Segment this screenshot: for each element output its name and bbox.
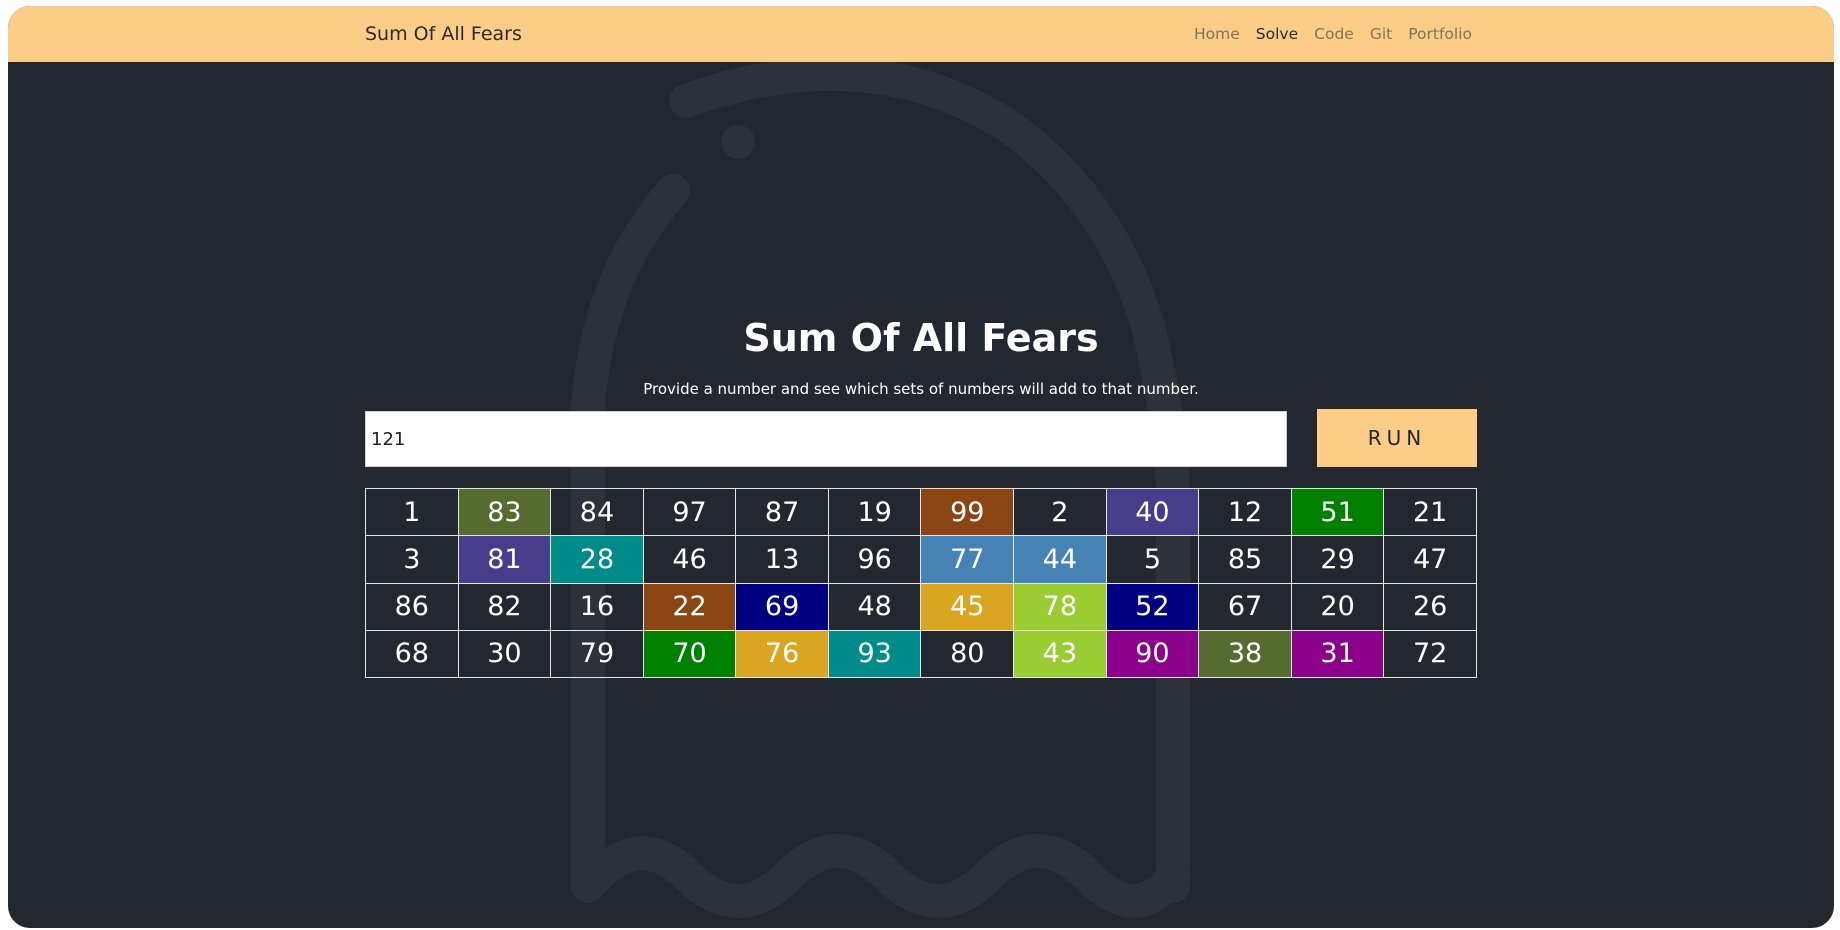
grid-cell[interactable]: 31: [1290, 629, 1385, 679]
number-input[interactable]: [365, 411, 1287, 467]
grid-cell[interactable]: 43: [1013, 629, 1107, 679]
grid-cell[interactable]: 77: [920, 535, 1015, 584]
grid-cell[interactable]: 16: [550, 582, 644, 631]
run-button[interactable]: RUN: [1317, 409, 1477, 467]
grid-cell[interactable]: 84: [550, 487, 644, 537]
grid-cell[interactable]: 68: [365, 629, 459, 679]
navbar: Sum Of All Fears Home Solve Code Git Por…: [8, 6, 1834, 62]
grid-cell[interactable]: 2: [1013, 487, 1107, 537]
grid-cell[interactable]: 86: [365, 582, 459, 631]
grid-cell[interactable]: 19: [827, 487, 922, 537]
grid-cell[interactable]: 48: [827, 582, 922, 631]
grid-cell[interactable]: 81: [457, 535, 552, 584]
grid-cell[interactable]: 76: [735, 629, 829, 679]
grid-cell[interactable]: 72: [1383, 629, 1477, 679]
grid-cell[interactable]: 45: [920, 582, 1015, 631]
nav-link-portfolio[interactable]: Portfolio: [1408, 25, 1472, 43]
grid-cell[interactable]: 82: [457, 582, 552, 631]
nav-link-solve[interactable]: Solve: [1256, 25, 1298, 43]
grid-cell[interactable]: 40: [1105, 487, 1200, 537]
page-subtitle: Provide a number and see which sets of n…: [643, 380, 1199, 398]
grid-cell[interactable]: 80: [920, 629, 1015, 679]
grid-cell[interactable]: 83: [457, 487, 552, 537]
grid-cell[interactable]: 67: [1198, 582, 1292, 631]
grid-cell[interactable]: 99: [920, 487, 1015, 537]
grid-cell[interactable]: 51: [1290, 487, 1385, 537]
grid-cell[interactable]: 21: [1383, 487, 1477, 537]
grid-row: 1 83 84 97 87 19 99 2 40 12 51 21: [365, 487, 1477, 537]
grid-cell[interactable]: 13: [735, 535, 829, 584]
grid-cell[interactable]: 70: [642, 629, 737, 679]
nav-link-home[interactable]: Home: [1194, 25, 1240, 43]
number-grid: 1 83 84 97 87 19 99 2 40 12 51 21 3 81 28 46 13 96 77 44 5 85…: [365, 487, 1477, 679]
grid-cell[interactable]: 87: [735, 487, 829, 537]
grid-cell[interactable]: 26: [1383, 582, 1477, 631]
grid-row: 86 82 16 22 69 48 45 78 52 67 20 26: [365, 582, 1477, 631]
grid-cell[interactable]: 97: [642, 487, 737, 537]
grid-cell[interactable]: 30: [457, 629, 552, 679]
ghost-background-icon: [571, 56, 1190, 918]
nav-link-git[interactable]: Git: [1370, 25, 1392, 43]
grid-cell[interactable]: 93: [827, 629, 922, 679]
grid-cell[interactable]: 1: [365, 487, 459, 537]
grid-cell[interactable]: 20: [1290, 582, 1385, 631]
grid-cell[interactable]: 85: [1198, 535, 1292, 584]
page-title: Sum Of All Fears: [743, 316, 1099, 360]
grid-cell[interactable]: 29: [1290, 535, 1385, 584]
brand-link[interactable]: Sum Of All Fears: [365, 23, 522, 45]
grid-row: 3 81 28 46 13 96 77 44 5 85 29 47: [365, 535, 1477, 584]
grid-cell[interactable]: 46: [642, 535, 737, 584]
grid-cell[interactable]: 38: [1198, 629, 1292, 679]
grid-cell[interactable]: 96: [827, 535, 922, 584]
grid-cell[interactable]: 5: [1105, 535, 1200, 584]
grid-cell[interactable]: 3: [365, 535, 459, 584]
grid-cell[interactable]: 22: [642, 582, 737, 631]
app-window: Sum Of All Fears Home Solve Code Git Por…: [8, 6, 1834, 928]
grid-cell[interactable]: 28: [550, 535, 644, 584]
grid-cell[interactable]: 12: [1198, 487, 1292, 537]
grid-cell[interactable]: 47: [1383, 535, 1477, 584]
grid-cell[interactable]: 52: [1105, 582, 1200, 631]
grid-cell[interactable]: 78: [1013, 582, 1107, 631]
grid-cell[interactable]: 69: [735, 582, 829, 631]
nav-link-code[interactable]: Code: [1314, 25, 1354, 43]
nav-links: Home Solve Code Git Portfolio: [1194, 25, 1472, 43]
grid-cell[interactable]: 90: [1105, 629, 1200, 679]
grid-row: 68 30 79 70 76 93 80 43 90 38 31 72: [365, 629, 1477, 679]
grid-cell[interactable]: 79: [550, 629, 644, 679]
grid-cell[interactable]: 44: [1013, 535, 1107, 584]
